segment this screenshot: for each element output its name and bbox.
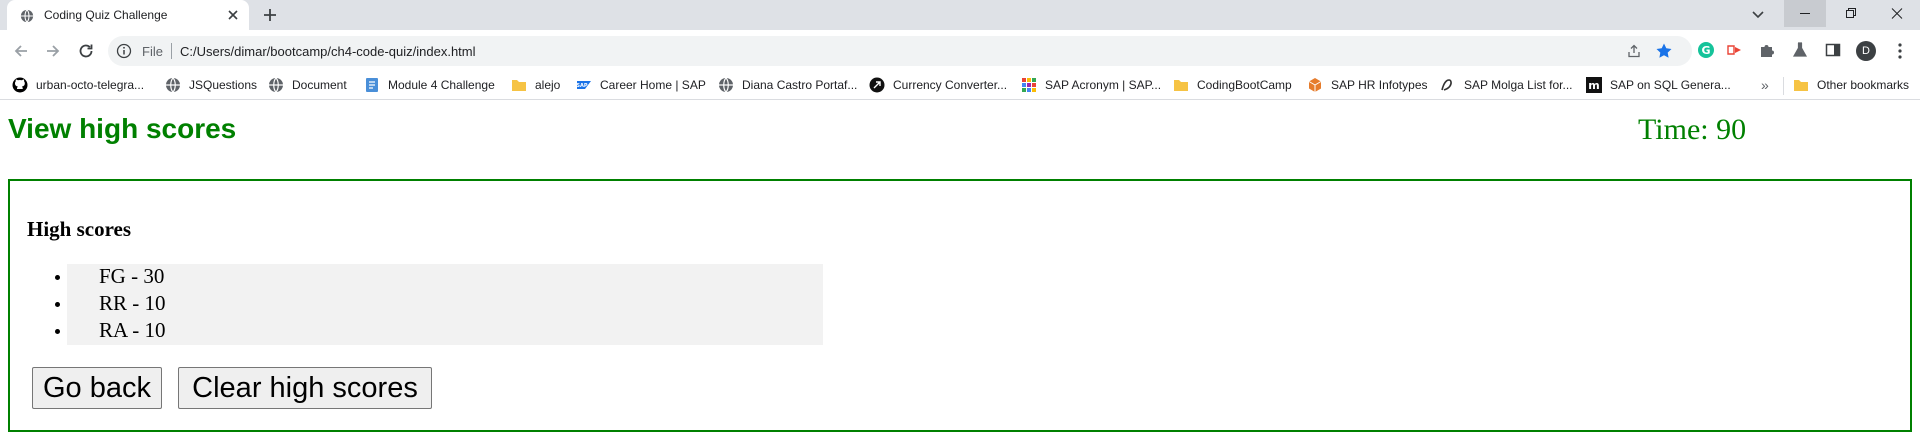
address-bar[interactable]: File C:/Users/dimar/bootcamp/ch4-code-qu…: [108, 36, 1692, 66]
bookmark-label: Career Home | SAP: [600, 78, 706, 92]
bookmark-star-icon[interactable]: [1655, 42, 1673, 60]
bookmark-item[interactable]: SAP HR Infotypes: [1307, 76, 1428, 94]
bookmark-label: SAP Molga List for...: [1464, 78, 1573, 92]
bookmark-item[interactable]: SAP Career Home | SAP: [576, 76, 706, 94]
minimize-icon: [1800, 13, 1810, 14]
folder-icon: [1794, 80, 1808, 91]
globe-icon: [166, 77, 180, 93]
restore-button[interactable]: [1830, 0, 1872, 27]
bookmark-label: SAP on SQL Genera...: [1610, 78, 1731, 92]
high-scores-heading: High scores: [27, 217, 132, 241]
bookmark-label: urban-octo-telegra...: [36, 78, 145, 92]
bookmark-label: Diana Castro Portaf...: [742, 78, 858, 92]
converter-icon: [869, 77, 885, 93]
bookmark-item[interactable]: Document: [268, 76, 347, 94]
high-score-text: FG - 30: [99, 264, 165, 288]
bookmark-label: Currency Converter...: [893, 78, 1008, 92]
browser-toolbar: File C:/Users/dimar/bootcamp/ch4-code-qu…: [0, 30, 1920, 71]
bookmark-label: SAP HR Infotypes: [1331, 78, 1428, 92]
bookmark-label: Document: [292, 78, 347, 92]
globe-icon: [20, 9, 34, 23]
svg-text:SAP: SAP: [576, 83, 587, 89]
go-back-button[interactable]: Go back: [32, 367, 162, 409]
svg-text:m: m: [1588, 79, 1599, 92]
grammarly-icon[interactable]: G: [1697, 41, 1715, 59]
m-icon: m: [1586, 77, 1602, 93]
url-scheme-label: File: [142, 44, 163, 59]
bookmark-label: SAP Acronym | SAP...: [1045, 78, 1162, 92]
bookmark-item[interactable]: urban-octo-telegra...: [12, 76, 144, 94]
github-icon: [12, 77, 28, 93]
tab-strip: Coding Quiz Challenge: [0, 0, 1920, 32]
window-close-button[interactable]: [1876, 0, 1918, 27]
bookmark-item[interactable]: Module 4 Challenge: [364, 76, 495, 94]
other-bookmarks-folder[interactable]: Other bookmarks: [1793, 76, 1909, 94]
bookmark-label: Module 4 Challenge: [388, 78, 495, 92]
restore-icon: [1846, 8, 1856, 18]
bullet-marker: [55, 275, 60, 280]
high-score-entry: RA - 10: [55, 318, 823, 345]
extensions-puzzle-icon[interactable]: [1758, 41, 1776, 59]
high-score-entry: FG - 30: [55, 264, 823, 291]
bookmark-item[interactable]: Diana Castro Portaf...: [718, 76, 857, 94]
high-scores-panel: High scores FG - 30 RR - 10 RA - 10 Go b…: [8, 179, 1912, 432]
bookmarks-divider: [1783, 77, 1784, 95]
bullet-marker: [55, 302, 60, 307]
molga-icon: [1441, 79, 1452, 91]
timer-display: Time: 90: [1638, 113, 1747, 146]
sap-icon: SAP: [576, 81, 591, 89]
high-scores-list: FG - 30 RR - 10 RA - 10: [55, 264, 823, 345]
share-icon[interactable]: [1626, 43, 1642, 59]
bookmark-item[interactable]: CodingBootCamp: [1173, 76, 1292, 94]
omnibox-divider: [171, 43, 172, 59]
bookmark-item[interactable]: m SAP on SQL Genera...: [1586, 76, 1731, 94]
url-text[interactable]: C:/Users/dimar/bootcamp/ch4-code-quiz/in…: [180, 44, 476, 59]
side-panel-icon[interactable]: [1824, 41, 1842, 59]
minimize-button[interactable]: [1784, 0, 1826, 27]
forward-arrow-icon[interactable]: [44, 42, 62, 60]
page-viewport: View high scores Time: 90 High scores FG…: [0, 101, 1920, 445]
bookmark-item[interactable]: alejo: [511, 76, 560, 94]
bookmark-item[interactable]: SAP Molga List for...: [1440, 76, 1573, 94]
globe-icon: [269, 77, 283, 93]
info-icon[interactable]: [116, 43, 132, 59]
folder-icon: [1174, 80, 1188, 91]
new-tab-icon[interactable]: [261, 6, 279, 24]
page-icon: [366, 78, 378, 92]
close-icon[interactable]: [225, 7, 241, 23]
globe-icon: [719, 77, 733, 93]
browser-tab[interactable]: Coding Quiz Challenge: [7, 0, 249, 32]
bookmark-item[interactable]: JSQuestions: [165, 76, 257, 94]
more-vert-icon[interactable]: [1892, 42, 1908, 60]
reload-icon[interactable]: [77, 42, 95, 60]
cube-icon: [1308, 78, 1322, 92]
high-score-text: RA - 10: [99, 318, 166, 342]
clear-high-scores-button[interactable]: Clear high scores: [178, 367, 432, 409]
bookmarks-bar: urban-octo-telegra... JSQuestions Docume…: [0, 71, 1920, 100]
profile-avatar[interactable]: D: [1856, 41, 1876, 61]
svg-text:G: G: [1701, 44, 1710, 57]
bookmark-label: Other bookmarks: [1817, 78, 1910, 92]
folder-icon: [512, 80, 526, 91]
labs-flask-icon[interactable]: [1791, 41, 1809, 59]
chevron-down-icon[interactable]: [1750, 6, 1766, 22]
bookmark-item[interactable]: Currency Converter...: [869, 76, 1007, 94]
bookmark-item[interactable]: SAP Acronym | SAP...: [1021, 76, 1161, 94]
recorder-icon[interactable]: [1726, 41, 1744, 59]
high-score-entry: RR - 10: [55, 291, 823, 318]
back-arrow-icon[interactable]: [12, 42, 30, 60]
bookmark-label: CodingBootCamp: [1197, 78, 1292, 92]
view-high-scores-link[interactable]: View high scores: [8, 113, 236, 145]
bookmarks-overflow-chevron[interactable]: »: [1761, 77, 1769, 93]
close-icon: [1891, 8, 1903, 19]
grid-icon: [1022, 78, 1036, 92]
high-score-text: RR - 10: [99, 291, 166, 315]
tab-title: Coding Quiz Challenge: [44, 8, 168, 22]
bookmark-label: JSQuestions: [189, 78, 258, 92]
bookmark-label: alejo: [535, 78, 561, 92]
bullet-marker: [55, 329, 60, 334]
